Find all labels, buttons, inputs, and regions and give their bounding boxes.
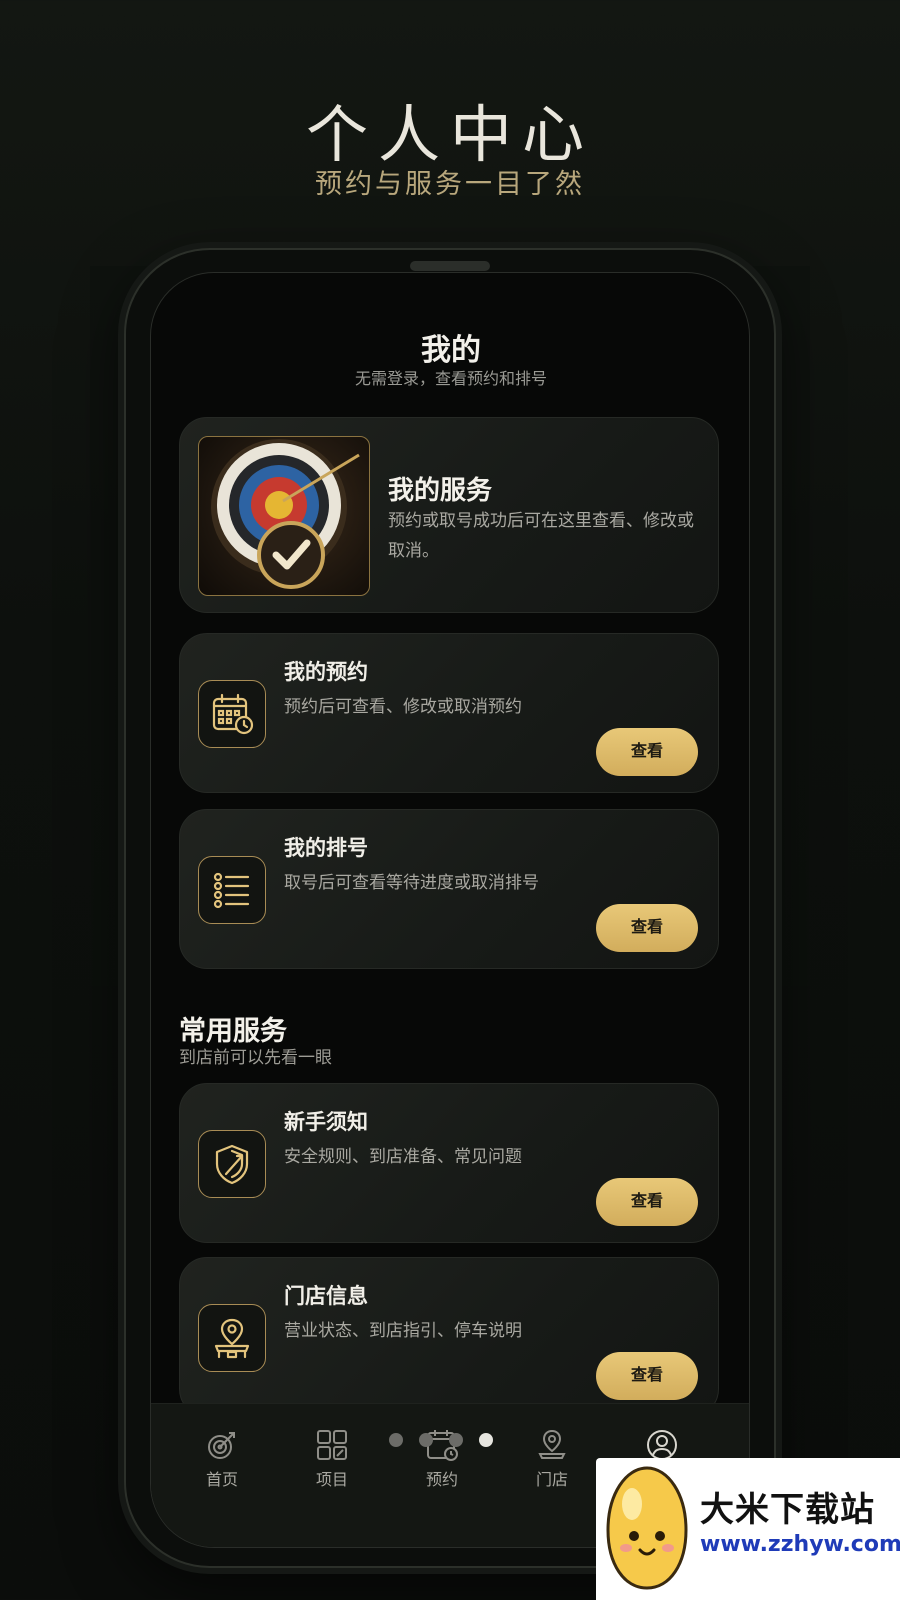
view-store-button[interactable]: 查看 <box>596 1352 698 1400</box>
store-info-description: 营业状态、到店指引、停车说明 <box>284 1321 522 1341</box>
phone-speaker <box>410 261 490 271</box>
tab-home-label: 首页 <box>205 1470 238 1489</box>
my-services-card[interactable]: 我的服务 预约或取号成功后可在这里查看、修改或取消。 <box>179 417 719 613</box>
tab-booking-label: 预约 <box>425 1470 458 1489</box>
site-watermark: 大米下载站 www.zzhyw.com <box>596 1458 900 1600</box>
tab-store[interactable]: 门店 <box>507 1428 597 1490</box>
page-title: 我的 <box>421 333 481 368</box>
page-subtitle: 无需登录，查看预约和排号 <box>354 369 547 388</box>
section-subtitle: 到店前可以先看一眼 <box>179 1048 332 1068</box>
beginner-guide-description: 安全规则、到店准备、常见问题 <box>284 1147 522 1167</box>
target-icon <box>208 1432 235 1459</box>
my-appointments-description: 预约后可查看、修改或取消预约 <box>284 697 522 717</box>
shield-arrow-icon <box>198 1130 266 1198</box>
store-info-title: 门店信息 <box>284 1284 368 1308</box>
page-dot <box>419 1433 433 1447</box>
map-pin-icon <box>538 1429 566 1459</box>
store-location-icon <box>198 1304 266 1372</box>
my-services-title: 我的服务 <box>388 476 493 506</box>
phone-screen: 我的 无需登录，查看预约和排号 我的服务 预约或取号成功后可在这里查看、修改或取… <box>150 272 750 1548</box>
page-dot <box>389 1433 403 1447</box>
tab-profile[interactable] <box>617 1428 707 1462</box>
page-dot-active <box>479 1433 493 1447</box>
watermark-url: www.zzhyw.com <box>700 1532 900 1557</box>
user-icon <box>647 1430 677 1460</box>
grid-icon <box>317 1430 347 1460</box>
my-services-description: 预约或取号成功后可在这里查看、修改或取消。 <box>388 511 694 561</box>
my-appointments-card[interactable]: 我的预约 预约后可查看、修改或取消预约 查看 <box>179 633 719 793</box>
calendar-clock-icon <box>198 680 266 748</box>
rice-mascot-logo <box>606 1466 688 1590</box>
my-queue-card[interactable]: 我的排号 取号后可查看等待进度或取消排号 查看 <box>179 809 719 969</box>
archery-target-check-icon <box>198 436 370 596</box>
beginner-guide-title: 新手须知 <box>284 1110 368 1134</box>
tab-projects[interactable]: 项目 <box>287 1428 377 1490</box>
queue-list-icon <box>198 856 266 924</box>
beginner-guide-card[interactable]: 新手须知 安全规则、到店准备、常见问题 查看 <box>179 1083 719 1243</box>
page-dot <box>449 1433 463 1447</box>
my-appointments-title: 我的预约 <box>284 660 368 684</box>
tab-booking[interactable]: 预约 <box>397 1428 487 1490</box>
tab-store-label: 门店 <box>535 1470 568 1489</box>
view-queue-button[interactable]: 查看 <box>596 904 698 952</box>
my-queue-description: 取号后可查看等待进度或取消排号 <box>284 873 539 893</box>
store-info-card[interactable]: 门店信息 营业状态、到店指引、停车说明 查看 <box>179 1257 719 1417</box>
tab-projects-label: 项目 <box>315 1470 348 1489</box>
view-guide-button[interactable]: 查看 <box>596 1178 698 1226</box>
watermark-name: 大米下载站 <box>700 1490 875 1530</box>
my-queue-title: 我的排号 <box>284 836 368 860</box>
promo-title: 个人中心 <box>305 98 594 171</box>
promo-subtitle: 预约与服务一目了然 <box>315 169 585 200</box>
tab-home[interactable]: 首页 <box>177 1428 267 1490</box>
view-appointments-button[interactable]: 查看 <box>596 728 698 776</box>
